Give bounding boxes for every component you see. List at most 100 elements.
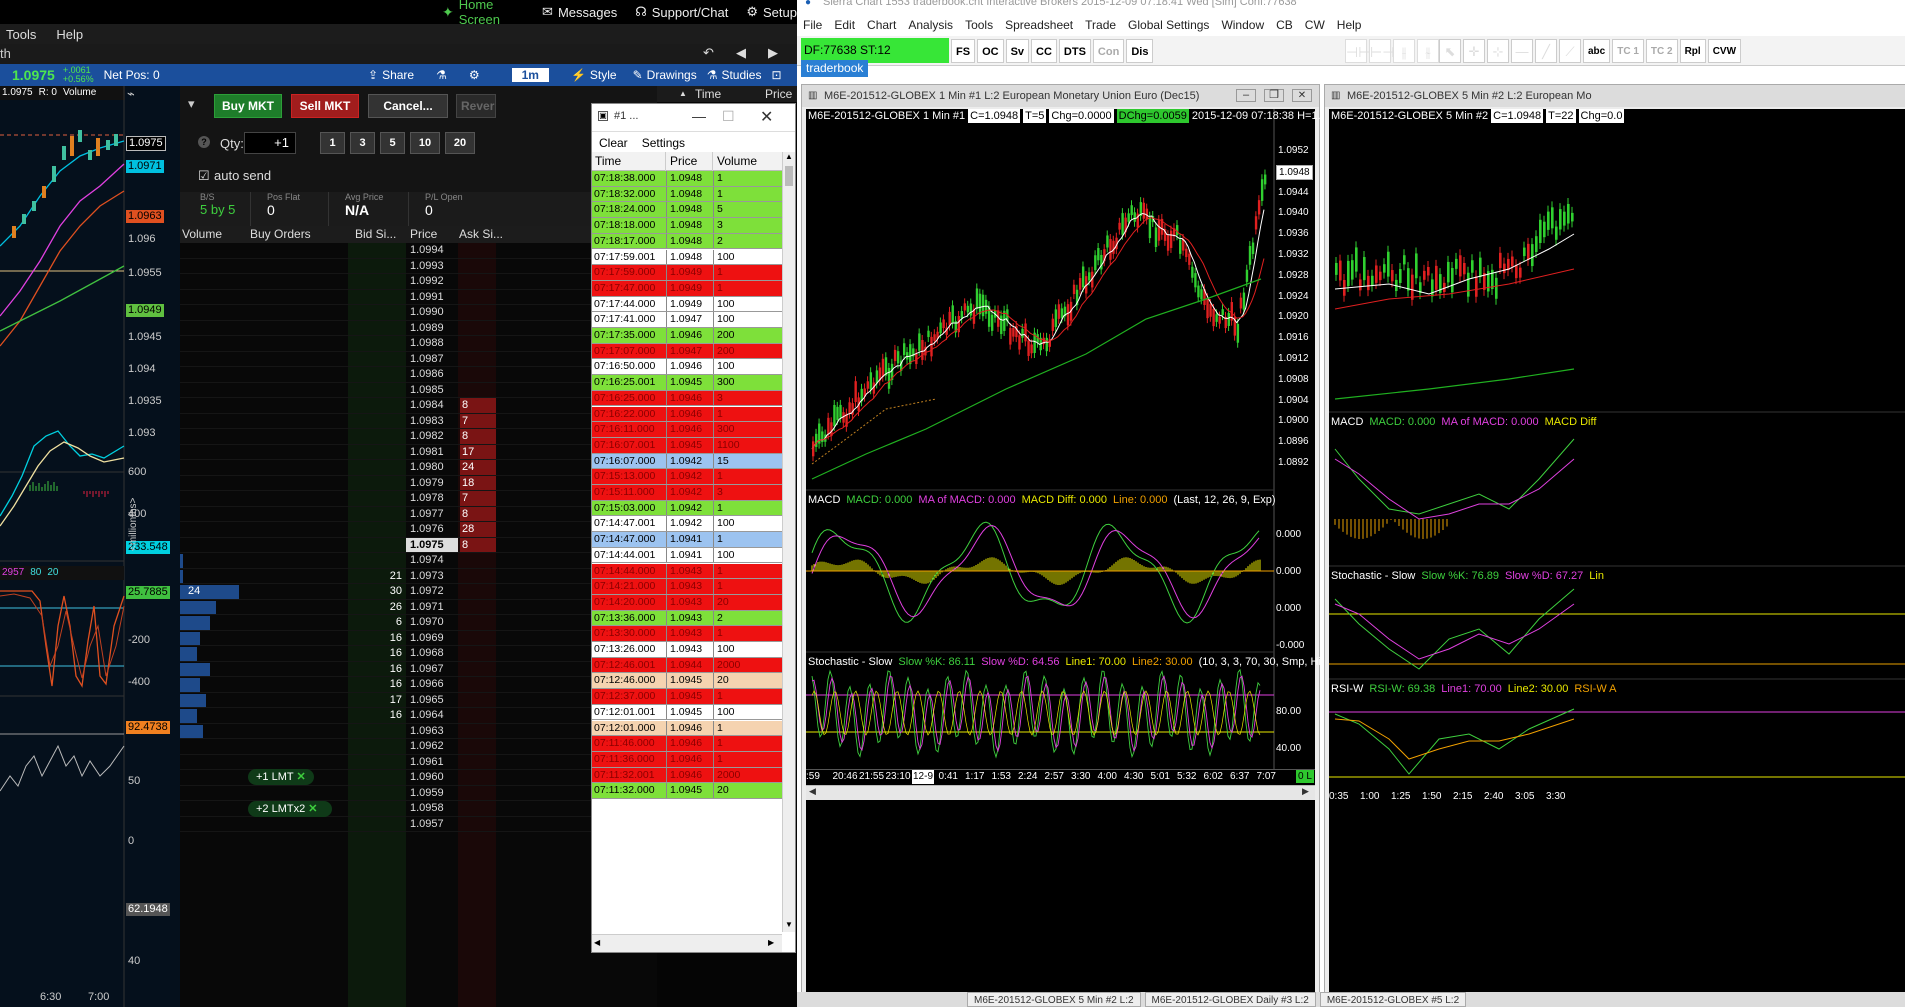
- ts-row[interactable]: 07:11:32.001 1.0946 2000: [592, 767, 782, 784]
- ts-row[interactable]: 07:18:32.000 1.0948 1: [592, 186, 782, 203]
- style-button[interactable]: ⚡ Style: [571, 68, 617, 82]
- horizontal-line-icon[interactable]: —: [1511, 39, 1533, 63]
- chart1-hscroll[interactable]: ◀ ▶: [806, 785, 1315, 800]
- chart2-canvas[interactable]: M6E-201512-GLOBEX 5 Min #2 C=1.0948 T=22…: [1329, 109, 1905, 1000]
- messages-link[interactable]: ✉ Messages: [542, 4, 617, 20]
- close-icon[interactable]: ✕: [296, 771, 305, 783]
- ladder-row[interactable]: 1.0975 8: [180, 537, 657, 553]
- ts-row[interactable]: 07:12:46.001 1.0944 2000: [592, 657, 782, 674]
- menu-spreadsheet[interactable]: Spreadsheet: [1005, 16, 1073, 34]
- working-order-lmt-1[interactable]: +1 LMT ✕: [248, 769, 314, 785]
- ts-row[interactable]: 07:16:11.000 1.0946 300: [592, 422, 782, 438]
- support-chat-link[interactable]: ☊ Support/Chat: [635, 4, 728, 20]
- ladder-row[interactable]: 1.0964 16: [180, 708, 657, 724]
- tool-button-fs[interactable]: FS: [951, 39, 976, 63]
- ladder-row[interactable]: 1.0987: [180, 352, 657, 367]
- restore-button[interactable]: ❐: [1264, 89, 1284, 102]
- ladder-row[interactable]: 1.0962: [180, 739, 657, 755]
- ts-row[interactable]: 07:12:37.000 1.0945 1: [592, 689, 782, 705]
- ts-row[interactable]: 07:16:25.000 1.0946 3: [592, 390, 782, 407]
- minimize-button[interactable]: —: [692, 108, 706, 124]
- home-screen-link[interactable]: ✦ Home Screen: [442, 0, 524, 27]
- scroll-left-arrow-icon[interactable]: ◀: [594, 938, 600, 947]
- forward-arrow-icon[interactable]: ▶: [768, 45, 778, 61]
- tool-button-rpl[interactable]: Rpl: [1679, 39, 1706, 63]
- scroll-up-arrow-icon[interactable]: ▲: [785, 152, 793, 161]
- ladder-row[interactable]: 1.0957: [180, 817, 657, 832]
- ladder-row[interactable]: 1.0988: [180, 336, 657, 352]
- scroll-right-arrow-icon[interactable]: ▶: [1302, 786, 1309, 797]
- menu-chart[interactable]: Chart: [867, 16, 896, 34]
- menu-trade[interactable]: Trade: [1085, 16, 1116, 34]
- scroll-left-arrow-icon[interactable]: ◀: [809, 786, 816, 797]
- share-button[interactable]: ⇪ Share: [368, 68, 414, 82]
- menu-help[interactable]: Help: [1337, 16, 1362, 34]
- qty-input[interactable]: +1: [244, 132, 296, 154]
- sort-up-icon[interactable]: ▲: [679, 86, 687, 102]
- scroll-down-arrow-icon[interactable]: ▼: [785, 920, 793, 929]
- menu-cw[interactable]: CW: [1305, 16, 1325, 34]
- sell-market-button[interactable]: Sell MKT: [291, 94, 359, 118]
- collapse-chevron-icon[interactable]: ▾: [188, 96, 195, 112]
- studies-button[interactable]: ⚗ Studies: [707, 68, 762, 82]
- tool-button-sv[interactable]: Sv: [1005, 39, 1030, 63]
- menu-help[interactable]: Help: [56, 27, 83, 42]
- ts-row[interactable]: 07:18:18.000 1.0948 3: [592, 218, 782, 234]
- tool-button-tc1[interactable]: TC 1: [1612, 39, 1644, 63]
- tool-button-abc[interactable]: abc: [1583, 39, 1611, 63]
- ladder-row[interactable]: 1.0985: [180, 383, 657, 398]
- ladder-row[interactable]: 1.0965 17: [180, 693, 657, 708]
- ts-row[interactable]: 07:16:25.001 1.0945 300: [592, 375, 782, 391]
- setup-link[interactable]: ⚙ Setup: [746, 4, 797, 20]
- ts-row[interactable]: 07:17:41.000 1.0947 100: [592, 312, 782, 328]
- qty-preset-10[interactable]: 10: [410, 132, 440, 154]
- ladder-row[interactable]: 1.0990: [180, 305, 657, 321]
- ladder-row[interactable]: 1.0980 24: [180, 460, 657, 476]
- tool-button-oc[interactable]: OC: [977, 39, 1004, 63]
- ladder-row[interactable]: 1.0978 7: [180, 491, 657, 507]
- working-order-lmt-2[interactable]: +2 LMTx2 ✕: [248, 801, 332, 817]
- ts-row[interactable]: 07:17:59.000 1.0949 1: [592, 265, 782, 281]
- ts-row[interactable]: 07:17:35.000 1.0946 200: [592, 328, 782, 344]
- ts-row[interactable]: 07:17:47.000 1.0949 1: [592, 280, 782, 297]
- qty-preset-3[interactable]: 3: [350, 132, 375, 154]
- bracket-2-icon[interactable]: ⊢⊣: [1369, 39, 1394, 63]
- ts-row[interactable]: 07:13:30.000 1.0943 1: [592, 626, 782, 642]
- cancel-orders-button[interactable]: Cancel...: [368, 94, 448, 118]
- undo-icon[interactable]: ↶: [703, 45, 714, 61]
- menu-analysis[interactable]: Analysis: [908, 16, 953, 34]
- flask-icon[interactable]: ⚗: [436, 68, 447, 82]
- menu-window[interactable]: Window: [1221, 16, 1264, 34]
- ladder-row[interactable]: 1.0966 16: [180, 677, 657, 693]
- ts-row[interactable]: 07:14:44.001 1.0941 100: [592, 547, 782, 564]
- ladder-row[interactable]: 1.0963: [180, 724, 657, 739]
- ts-row[interactable]: 07:16:50.000 1.0946 100: [592, 359, 782, 376]
- menu-file[interactable]: File: [803, 16, 822, 34]
- buy-market-button[interactable]: Buy MKT: [214, 94, 282, 118]
- crosshair-2-icon[interactable]: ⊹: [1487, 39, 1509, 63]
- ts-row[interactable]: 07:17:07.000 1.0947 200: [592, 343, 782, 360]
- tool-button-dis[interactable]: Dis: [1126, 39, 1154, 63]
- ladder-row[interactable]: 1.0969 16: [180, 631, 657, 646]
- ts-row[interactable]: 07:18:38.000 1.0948 1: [592, 171, 782, 187]
- tool-button-con[interactable]: Con: [1092, 39, 1125, 63]
- chart-tab[interactable]: M6E-201512-GLOBEX 5 Min #2 L:2: [967, 992, 1141, 1007]
- menu-tools[interactable]: Tools: [6, 27, 36, 42]
- menu-cb[interactable]: CB: [1276, 16, 1293, 34]
- menu-global-settings[interactable]: Global Settings: [1128, 16, 1209, 34]
- ts-row[interactable]: 07:18:17.000 1.0948 2: [592, 233, 782, 250]
- tool-button-dts[interactable]: DTS: [1058, 39, 1091, 63]
- tool-button-tc2[interactable]: TC 2: [1645, 39, 1678, 63]
- interval-selector[interactable]: 1m: [511, 68, 549, 82]
- ray-icon[interactable]: ⟋: [1559, 39, 1581, 63]
- ladder-row[interactable]: 1.0976 28: [180, 522, 657, 538]
- settings-menu[interactable]: Settings: [642, 134, 685, 152]
- reverse-button[interactable]: Rever: [456, 94, 496, 118]
- ladder-row[interactable]: 1.0984 8: [180, 398, 657, 414]
- split-icon[interactable]: ⫲: [1393, 39, 1415, 63]
- ladder-row[interactable]: 1.0959: [180, 786, 657, 801]
- chart1-canvas[interactable]: M6E-201512-GLOBEX 1 Min #1 C=1.0948 T=5 …: [806, 109, 1367, 1000]
- qty-preset-1[interactable]: 1: [320, 132, 345, 154]
- ladder-row[interactable]: 1.0989: [180, 321, 657, 336]
- ladder-row[interactable]: 1.0973 21: [180, 569, 657, 584]
